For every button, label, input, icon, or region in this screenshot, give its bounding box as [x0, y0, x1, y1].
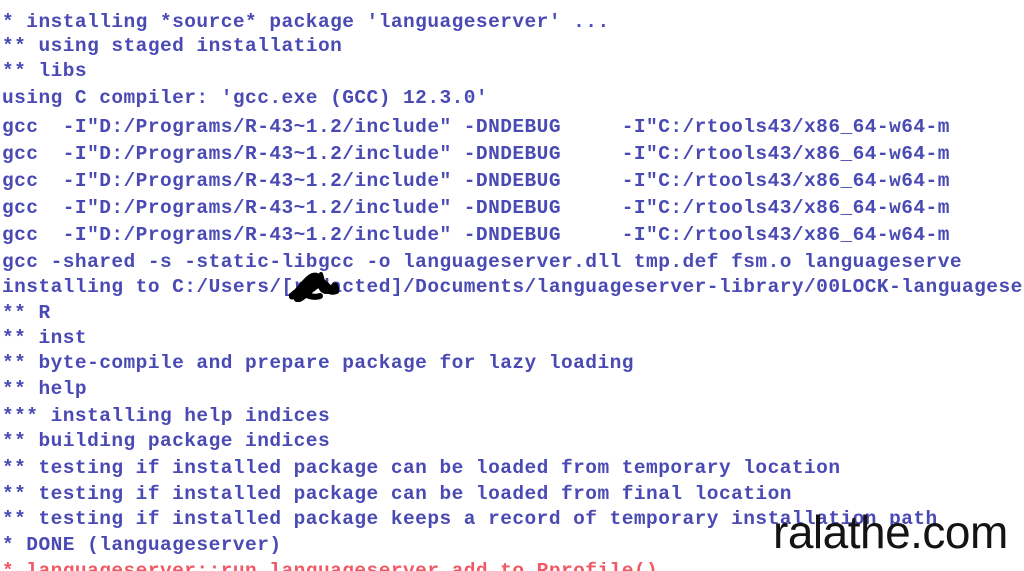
console-line: ** testing if installed package can be l…	[2, 483, 792, 505]
console-line: ** testing if installed package can be l…	[2, 457, 841, 479]
console-line: * languageserver::run_languageserver add…	[2, 560, 659, 571]
console-output-pane[interactable]: * installing *source* package 'languages…	[0, 0, 1024, 571]
console-line: ** byte-compile and prepare package for …	[2, 352, 634, 374]
console-line: ** help	[2, 378, 88, 400]
console-line: gcc -I"D:/Programs/R-43~1.2/include" -DN…	[2, 143, 950, 165]
console-line: ** R	[2, 302, 51, 324]
console-line: ** building package indices	[2, 430, 331, 452]
console-line: gcc -I"D:/Programs/R-43~1.2/include" -DN…	[2, 170, 950, 192]
site-watermark: ralathe.com	[773, 506, 1008, 558]
console-line: installing to C:/Users/[redacted]/Docume…	[2, 276, 1024, 298]
console-line: ** inst	[2, 327, 88, 349]
console-line: ** libs	[2, 60, 88, 82]
console-line: *** installing help indices	[2, 405, 331, 427]
console-line: gcc -I"D:/Programs/R-43~1.2/include" -DN…	[2, 197, 950, 219]
console-line: ** using staged installation	[2, 35, 343, 57]
console-line: gcc -I"D:/Programs/R-43~1.2/include" -DN…	[2, 224, 950, 246]
console-line: gcc -I"D:/Programs/R-43~1.2/include" -DN…	[2, 116, 950, 138]
console-line: * installing *source* package 'languages…	[2, 11, 610, 33]
console-line: * DONE (languageserver)	[2, 534, 282, 556]
console-line: using C compiler: 'gcc.exe (GCC) 12.3.0'	[2, 87, 489, 109]
console-line: gcc -shared -s -static-libgcc -o languag…	[2, 251, 963, 273]
